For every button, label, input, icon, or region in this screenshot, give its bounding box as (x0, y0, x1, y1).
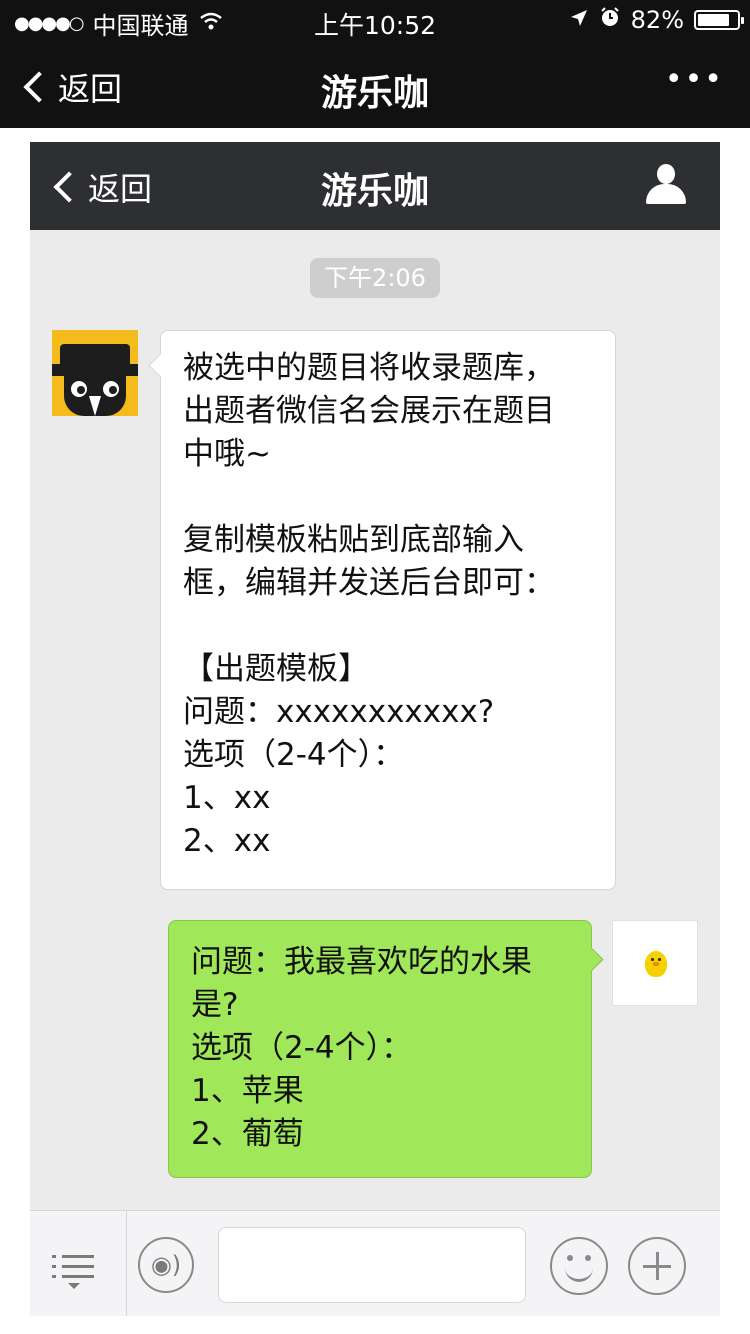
person-icon[interactable] (646, 164, 686, 204)
chat-title: 游乐咖 (320, 171, 429, 212)
page-title: 游乐咖 (320, 73, 429, 114)
battery-percent: 82% (630, 6, 684, 34)
location-arrow-icon (569, 6, 589, 34)
chick-icon (645, 951, 667, 977)
voice-input-icon[interactable]: ◉) (138, 1237, 194, 1293)
battery-icon (694, 10, 744, 30)
input-divider (126, 1211, 127, 1316)
emoji-icon[interactable] (550, 1237, 608, 1295)
message-timestamp: 下午2:06 (310, 258, 440, 298)
input-bar: ◉) (30, 1210, 720, 1316)
more-options-button[interactable]: ••• (665, 62, 724, 97)
chat-nav-bar: 返回 游乐咖 (30, 142, 720, 230)
alarm-icon (599, 6, 621, 34)
outer-nav-bar: 返回 游乐咖 ••• (0, 40, 750, 128)
bot-avatar[interactable] (52, 330, 138, 416)
message-input[interactable] (218, 1227, 526, 1303)
incoming-message-bubble[interactable]: 被选中的题目将收录题库， 出题者微信名会展示在题目 中哦~ 复制模板粘贴到底部输… (160, 330, 616, 890)
outgoing-message-bubble[interactable]: 问题：我最喜欢吃的水果 是? 选项（2-4个）： 1、苹果 2、葡萄 (168, 920, 592, 1178)
outer-header: ●●●●○ 中国联通 上午10:52 82% 返回 游乐咖 ••• (0, 0, 750, 128)
status-right: 82% (569, 6, 744, 34)
plus-icon[interactable] (628, 1237, 686, 1295)
status-bar: ●●●●○ 中国联通 上午10:52 82% (0, 0, 750, 40)
menu-toggle-icon[interactable] (52, 1249, 96, 1289)
chat-screenshot: 返回 游乐咖 下午2:06 被选中的题目将收录题库， 出题者微信名会展示在题目 … (30, 142, 720, 1316)
user-avatar[interactable] (612, 920, 698, 1006)
